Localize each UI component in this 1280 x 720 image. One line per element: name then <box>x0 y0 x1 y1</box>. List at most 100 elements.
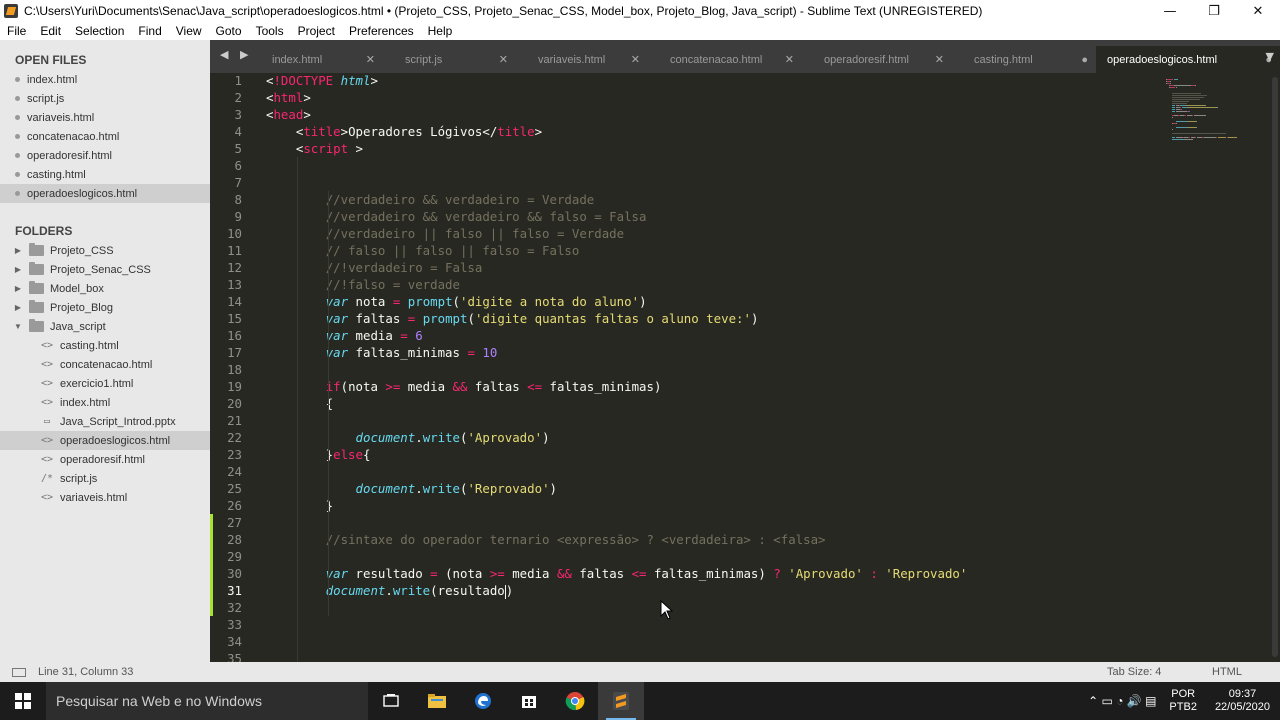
editor-scrollbar[interactable] <box>1270 73 1280 662</box>
tab-casting-html[interactable]: casting.html ● <box>952 46 1096 73</box>
code-line[interactable]: //sintaxe do operador ternario <expressã… <box>266 531 826 548</box>
minimap[interactable] <box>1160 73 1270 662</box>
menu-edit[interactable]: Edit <box>33 24 68 38</box>
open-file-operadoresif-html[interactable]: operadoresif.html <box>0 146 210 165</box>
tab-close-icon[interactable]: ✕ <box>785 53 794 66</box>
tab-close-icon[interactable]: ✕ <box>935 53 944 66</box>
open-file-variaveis-html[interactable]: variaveis.html <box>0 108 210 127</box>
code-line[interactable]: //!falso = verdade <box>266 276 460 293</box>
clock[interactable]: 09:37 22/05/2020 <box>1205 688 1280 714</box>
open-file-casting-html[interactable]: casting.html <box>0 165 210 184</box>
code-line[interactable]: if(nota >= media && faltas <= faltas_min… <box>266 378 662 395</box>
open-file-script-js[interactable]: script.js <box>0 89 210 108</box>
folder-file-index-html[interactable]: <> index.html <box>0 393 210 412</box>
start-button[interactable] <box>0 682 46 720</box>
code-line[interactable]: document.write('Reprovado') <box>266 480 557 497</box>
maximize-button[interactable]: ❐ <box>1192 0 1236 22</box>
tab-index-html[interactable]: index.html ✕ <box>250 46 383 73</box>
code-line[interactable]: var resultado = (nota >= media && faltas… <box>266 565 968 582</box>
folder-projeto-css[interactable]: ▶ Projeto_CSS <box>0 241 210 260</box>
code-editor[interactable]: <!DOCTYPE html> <html> <head> <title>Opera… <box>266 73 1160 662</box>
open-file-index-html[interactable]: index.html <box>0 70 210 89</box>
taskbar-search-input[interactable]: Pesquisar na Web e no Windows <box>46 682 368 720</box>
code-line[interactable]: }else{ <box>266 446 371 463</box>
language-indicator[interactable]: POR PTB2 <box>1161 688 1205 714</box>
folder-file-operadoeslogicos-html[interactable]: <> operadoeslogicos.html <box>0 431 210 450</box>
code-line[interactable]: { <box>266 395 333 412</box>
code-line[interactable]: var media = 6 <box>266 327 423 344</box>
tab-script-js[interactable]: script.js ✕ <box>383 46 516 73</box>
open-file-operadoeslogicos-html[interactable]: operadoeslogicos.html <box>0 184 210 203</box>
code-line[interactable]: <!DOCTYPE html> <box>266 73 378 89</box>
menu-help[interactable]: Help <box>421 24 460 38</box>
line-number: 31 <box>227 583 242 598</box>
minimize-button[interactable]: — <box>1148 0 1192 22</box>
edge-browser-icon[interactable] <box>460 682 506 720</box>
folder-file-casting-html[interactable]: <> casting.html <box>0 336 210 355</box>
indent-guide <box>328 191 329 616</box>
code-line[interactable]: <title>Operadores Lógivos</title> <box>266 123 542 140</box>
store-icon[interactable] <box>506 682 552 720</box>
code-line[interactable]: var faltas = prompt('digite quantas falt… <box>266 310 759 327</box>
code-line[interactable]: var faltas_minimas = 10 <box>266 344 498 361</box>
menu-selection[interactable]: Selection <box>68 24 131 38</box>
code-line[interactable]: <head> <box>266 106 311 123</box>
code-line[interactable]: //verdadeiro && verdadeiro = Verdade <box>266 191 595 208</box>
open-file-concatenacao-html[interactable]: concatenacao.html <box>0 127 210 146</box>
code-line[interactable]: } <box>266 497 333 514</box>
folder-java-script[interactable]: ▼ Java_script <box>0 317 210 336</box>
close-button[interactable]: ✕ <box>1236 0 1280 22</box>
folder-model-box[interactable]: ▶ Model_box <box>0 279 210 298</box>
folder-projeto-senac-css[interactable]: ▶ Projeto_Senac_CSS <box>0 260 210 279</box>
scrollbar-thumb[interactable] <box>1272 77 1278 657</box>
folder-file-script-js[interactable]: /* script.js <box>0 469 210 488</box>
chevron-down-icon[interactable]: ▼ <box>13 322 23 331</box>
tray-icons[interactable]: ⌃ ▭ ◔ 🔊 ▤ <box>1083 694 1161 708</box>
chevron-right-icon[interactable]: ▶ <box>13 284 23 293</box>
menu-tools[interactable]: Tools <box>249 24 291 38</box>
menu-file[interactable]: File <box>0 24 33 38</box>
code-line[interactable]: //verdadeiro || falso || falso = Verdade <box>266 225 624 242</box>
unsaved-dot-icon[interactable]: ● <box>1081 54 1088 66</box>
chrome-icon[interactable] <box>552 682 598 720</box>
task-view-icon[interactable] <box>368 682 414 720</box>
code-line[interactable]: //verdadeiro && verdadeiro && falso = Fa… <box>266 208 647 225</box>
menu-view[interactable]: View <box>169 24 209 38</box>
folder-file-operadoresif-html[interactable]: <> operadoresif.html <box>0 450 210 469</box>
line-number: 6 <box>234 158 242 173</box>
folder-file-exercicio1-html[interactable]: <> exercicio1.html <box>0 374 210 393</box>
code-line[interactable]: var nota = prompt('digite a nota do alun… <box>266 293 647 310</box>
folder-file-java-script-introd-pptx[interactable]: ▭ Java_Script_Introd.pptx <box>0 412 210 431</box>
tab-close-icon[interactable]: ✕ <box>366 53 375 66</box>
folder-icon <box>29 243 44 256</box>
folder-file-variaveis-html[interactable]: <> variaveis.html <box>0 488 210 507</box>
menu-preferences[interactable]: Preferences <box>342 24 421 38</box>
tab-operadoeslogicos-html[interactable]: operadoeslogicos.html ● <box>1096 46 1280 73</box>
sublime-taskbar-icon[interactable] <box>598 682 644 720</box>
menu-goto[interactable]: Goto <box>209 24 249 38</box>
tab-close-icon[interactable]: ✕ <box>499 53 508 66</box>
tab-close-icon[interactable]: ✕ <box>631 53 640 66</box>
folder-projeto-blog[interactable]: ▶ Projeto_Blog <box>0 298 210 317</box>
panel-toggle-icon[interactable] <box>12 667 26 677</box>
menu-project[interactable]: Project <box>291 24 342 38</box>
chevron-right-icon[interactable]: ▶ <box>13 265 23 274</box>
tab-size[interactable]: Tab Size: 4 <box>1107 666 1212 678</box>
syntax-mode[interactable]: HTML <box>1212 666 1280 678</box>
tab-variaveis-html[interactable]: variaveis.html ✕ <box>516 46 648 73</box>
code-line[interactable]: document.write(resultado) <box>266 582 513 599</box>
chevron-right-icon[interactable]: ▶ <box>13 303 23 312</box>
code-line[interactable]: //!verdadeiro = Falsa <box>266 259 483 276</box>
tab-operadoresif-html[interactable]: operadoresif.html ✕ <box>802 46 952 73</box>
menu-find[interactable]: Find <box>131 24 168 38</box>
folder-file-concatenacao-html[interactable]: <> concatenacao.html <box>0 355 210 374</box>
chevron-right-icon[interactable]: ▶ <box>13 246 23 255</box>
tab-dropdown-icon[interactable]: ▼ <box>1266 50 1274 63</box>
file-explorer-icon[interactable] <box>414 682 460 720</box>
tab-nav-arrows[interactable]: ◀ ▶ <box>220 48 252 61</box>
code-line[interactable]: document.write('Aprovado') <box>266 429 550 446</box>
tab-concatenacao-html[interactable]: concatenacao.html ✕ <box>648 46 802 73</box>
code-line[interactable]: // falso || falso || falso = Falso <box>266 242 580 259</box>
code-line[interactable]: <script > <box>266 140 363 157</box>
code-line[interactable]: <html> <box>266 89 311 106</box>
